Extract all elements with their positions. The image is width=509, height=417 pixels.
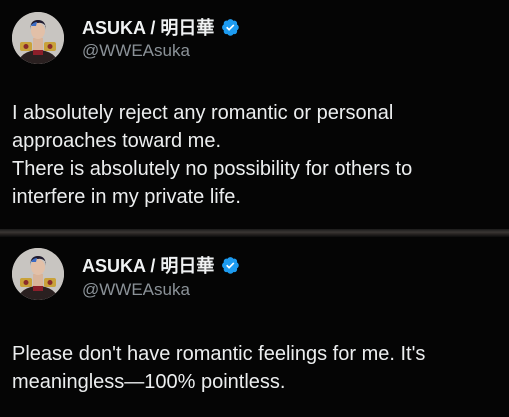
post-card[interactable]: ASUKA / 明日華 @WWEAsuka Please don't have … — [0, 237, 509, 417]
verified-badge-icon — [220, 17, 240, 37]
post-text-line: meaningless—100% pointless. — [12, 371, 286, 393]
wrestler-avatar-icon — [12, 248, 64, 300]
post-text: I absolutely reject any romantic or pers… — [12, 99, 502, 211]
post-text-line: interfere in my private life. — [12, 186, 241, 208]
author-avatar[interactable] — [12, 248, 64, 300]
author-name-row: ASUKA / 明日華 — [82, 252, 240, 278]
author-avatar[interactable] — [12, 12, 64, 64]
post-text-line: Please don't have romantic feelings for … — [12, 343, 426, 365]
author-display-name[interactable]: ASUKA / 明日華 — [82, 252, 214, 278]
post-divider — [0, 229, 509, 237]
post-card[interactable]: ASUKA / 明日華 @WWEAsuka I absolutely rejec… — [0, 0, 509, 229]
author-display-name[interactable]: ASUKA / 明日華 — [82, 14, 214, 40]
author-handle[interactable]: @WWEAsuka — [82, 41, 190, 61]
author-name-row: ASUKA / 明日華 — [82, 14, 240, 40]
author-handle[interactable]: @WWEAsuka — [82, 280, 190, 300]
post-text-line: There is absolutely no possibility for o… — [12, 158, 413, 180]
post-text-line: I absolutely reject any romantic or pers… — [12, 102, 394, 124]
post-text: Please don't have romantic feelings for … — [12, 340, 502, 396]
post-text-line: approaches toward me. — [12, 130, 222, 152]
verified-badge-icon — [220, 255, 240, 275]
wrestler-avatar-icon — [12, 12, 64, 64]
